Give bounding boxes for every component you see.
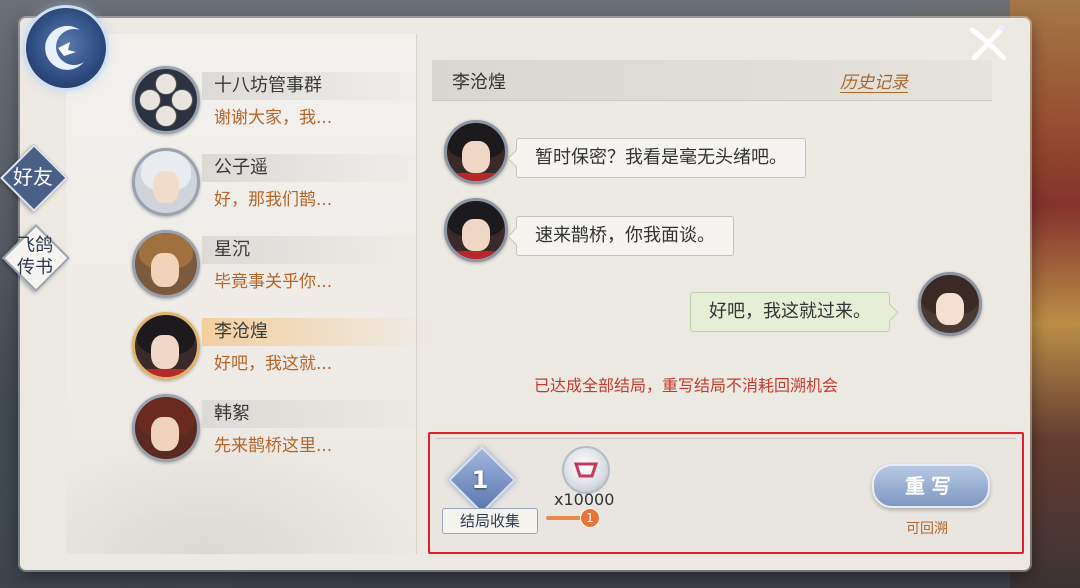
rewrite-button[interactable]: 重写 [872, 464, 990, 508]
chat-header: 李沧煌 历史记录 [432, 60, 992, 101]
rewind-token-icon[interactable] [562, 446, 610, 494]
contact-preview: 好吧，我这就... [214, 354, 333, 374]
chat-title: 李沧煌 [452, 72, 506, 93]
close-x-icon[interactable] [962, 18, 1012, 68]
contact-preview: 好，那我们鹊... [214, 190, 333, 210]
tab-label: 好友 [13, 165, 53, 189]
contact-name: 韩絮 [214, 403, 250, 424]
contact-preview: 毕竟事关乎你... [214, 272, 333, 292]
contact-item[interactable]: 韩絮 先来鹊桥这里... [110, 388, 460, 468]
contact-name: 十八坊管事群 [214, 75, 322, 96]
tab-label: 飞鸽 传书 [17, 235, 53, 278]
collection-label: 结局收集 [442, 508, 538, 534]
collection-count: 1 [471, 466, 489, 494]
contact-item[interactable]: 十八坊管事群 谢谢大家，我... [110, 60, 460, 140]
message-bubble: 速来鹊桥，你我面谈。 [516, 216, 734, 256]
contact-avatar [132, 394, 200, 462]
item-count: x10000 [554, 490, 615, 509]
contact-name: 李沧煌 [214, 321, 268, 342]
rewrite-subtext: 可回溯 [906, 521, 948, 537]
contact-item[interactable]: 公子遥 好，那我们鹊... [110, 142, 460, 222]
tab-friends[interactable]: 好友 [0, 144, 68, 212]
sender-avatar [444, 120, 508, 184]
contact-name: 公子遥 [214, 157, 268, 178]
contact-preview: 先来鹊桥这里... [214, 436, 333, 456]
sender-avatar [444, 198, 508, 262]
contact-item-selected[interactable]: 李沧煌 好吧，我这就... [110, 306, 460, 386]
message-bubble: 暂时保密？我看是毫无头绪吧。 [516, 138, 806, 178]
rewrite-panel: 1 结局收集 x10000 1 重写 可回溯 [428, 432, 1024, 554]
contact-preview: 谢谢大家，我... [214, 108, 333, 128]
divider [436, 438, 1016, 439]
tab-letters[interactable]: 飞鸽 传书 [2, 224, 70, 292]
contact-avatar [132, 230, 200, 298]
contact-name: 星沉 [214, 239, 250, 260]
history-link[interactable]: 历史记录 [840, 68, 908, 93]
ending-notice: 已达成全部结局，重写结局不消耗回溯机会 [534, 376, 839, 395]
contact-item[interactable]: 星沉 毕竟事关乎你... [110, 224, 460, 304]
group-avatar [132, 66, 200, 134]
my-message-bubble: 好吧，我这就过来。 [690, 292, 890, 332]
item-badge: 1 [580, 508, 600, 528]
contact-avatar [132, 312, 200, 380]
crescent-bird-icon [26, 8, 106, 88]
player-avatar [918, 272, 982, 336]
contact-avatar [132, 148, 200, 216]
